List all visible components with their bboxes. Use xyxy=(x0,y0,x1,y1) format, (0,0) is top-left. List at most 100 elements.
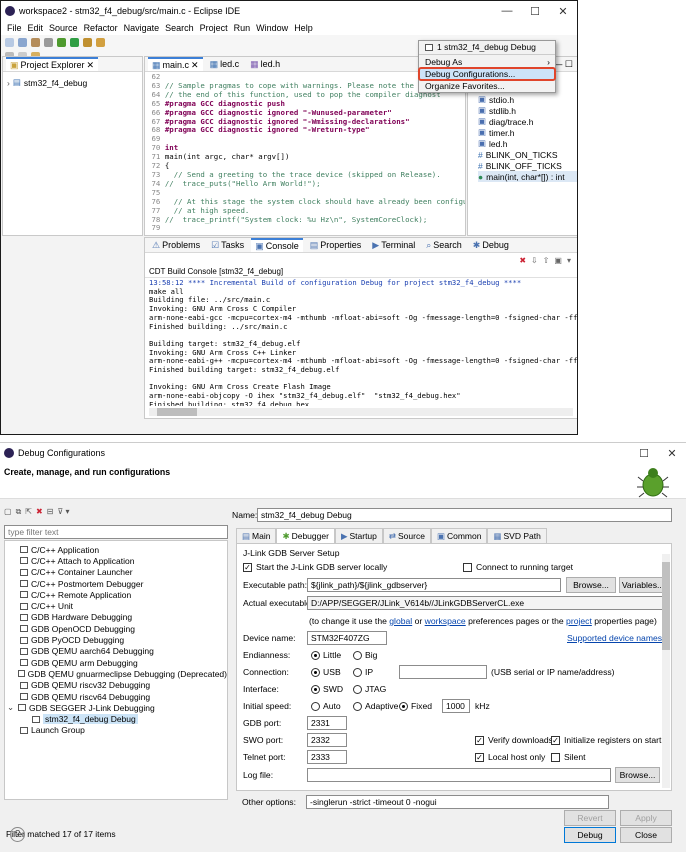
outline-item[interactable]: ▣ stdlib.h xyxy=(478,105,577,116)
init-registers-checkbox[interactable]: ✓ Initialize registers on start xyxy=(551,733,661,747)
filter-input[interactable]: type filter text xyxy=(4,525,228,539)
export-icon[interactable]: ⇱ xyxy=(25,507,32,519)
settings-icon[interactable] xyxy=(44,37,53,47)
outline-item[interactable]: ▣ stdio.h xyxy=(478,94,577,105)
tree-item[interactable]: GDB OpenOCD Debugging xyxy=(9,623,227,634)
radio-selected[interactable] xyxy=(311,650,320,660)
filter-icon[interactable]: ⊽ ▾ xyxy=(57,507,69,519)
verify-downloads-checkbox[interactable]: ✓ Verify downloads xyxy=(475,733,553,747)
scroll-lock-icon[interactable]: ⇧ xyxy=(543,256,550,265)
radio-unselected[interactable] xyxy=(353,684,362,694)
tree-item[interactable]: C/C++ Remote Application xyxy=(9,589,227,600)
tree-item[interactable]: GDB PyOCD Debugging xyxy=(9,634,227,645)
radio-selected[interactable] xyxy=(311,667,320,677)
checkbox-unchecked[interactable] xyxy=(463,562,472,572)
radio-big[interactable]: Big xyxy=(353,648,377,662)
tree-item[interactable]: GDB QEMU riscv32 Debugging xyxy=(9,680,227,691)
tab-properties[interactable]: ▤ Properties xyxy=(306,238,366,252)
close-icon[interactable]: ✕ xyxy=(87,60,95,71)
radio-usb[interactable]: USB xyxy=(311,665,341,679)
other-options-input[interactable]: -singlerun -strict -timeout 0 -nogui xyxy=(306,795,609,809)
tab-led-c[interactable]: ▦ led.c xyxy=(206,57,244,71)
tree-item[interactable]: ⌄ GDB SEGGER J-Link Debugging xyxy=(7,702,227,713)
project-explorer-tab[interactable]: ▣ Project Explorer ✕ xyxy=(6,57,99,71)
radio-unselected[interactable] xyxy=(353,667,362,677)
project-link[interactable]: project xyxy=(566,616,592,626)
outline-item[interactable]: # BLINK_OFF_TICKS xyxy=(478,160,577,171)
menu-item-recent-debug[interactable]: 1 stm32_f4_debug Debug xyxy=(419,41,555,53)
close-button[interactable]: Close xyxy=(620,827,672,843)
global-link[interactable]: global xyxy=(389,616,412,626)
tab-debugger[interactable]: ✱ Debugger xyxy=(276,528,335,543)
clear-console-icon[interactable]: ✖ xyxy=(519,256,526,265)
minimize-icon[interactable]: — ☐ xyxy=(553,59,573,70)
tab-common[interactable]: ▣ Common xyxy=(430,528,488,543)
tree-item[interactable]: GDB Hardware Debugging xyxy=(9,612,227,623)
swo-port-input[interactable]: 2332 xyxy=(307,733,347,747)
save-icon[interactable] xyxy=(18,37,27,47)
tab-tasks[interactable]: ☑ Tasks xyxy=(207,238,248,252)
close-icon[interactable]: ✕ xyxy=(191,60,199,71)
tab-problems[interactable]: ⚠ Problems xyxy=(148,238,204,252)
tab-source[interactable]: ⇄ Source xyxy=(382,528,431,543)
tree-item[interactable]: GDB QEMU aarch64 Debugging xyxy=(9,646,227,657)
executable-path-input[interactable]: ${jlink_path}/${jlink_gdbserver} xyxy=(307,578,561,592)
radio-selected[interactable] xyxy=(399,701,408,711)
gdb-port-input[interactable]: 2331 xyxy=(307,716,347,730)
build-icon[interactable] xyxy=(31,37,40,47)
connect-running-checkbox[interactable]: Connect to running target xyxy=(463,560,573,574)
console-output[interactable]: 13:58:12 **** Incremental Build of confi… xyxy=(145,278,577,406)
outline-item[interactable]: ▣ diag/trace.h xyxy=(478,116,577,127)
debug-button[interactable]: Debug xyxy=(564,827,616,843)
menu-source[interactable]: Source xyxy=(46,23,81,33)
outline-item[interactable]: ▣ led.h xyxy=(478,138,577,149)
menu-edit[interactable]: Edit xyxy=(25,23,47,33)
connection-address-input[interactable] xyxy=(399,665,487,679)
menu-item-organize-favorites[interactable]: Organize Favorites... xyxy=(419,80,555,92)
radio-auto[interactable]: Auto xyxy=(311,699,341,713)
menu-file[interactable]: File xyxy=(4,23,25,33)
menu-help[interactable]: Help xyxy=(291,23,316,33)
tree-item[interactable]: GDB QEMU arm Debugging xyxy=(9,657,227,668)
radio-selected[interactable] xyxy=(311,684,320,694)
radio-unselected[interactable] xyxy=(353,701,362,711)
tab-debug[interactable]: ✱ Debug xyxy=(469,238,513,252)
menu-refactor[interactable]: Refactor xyxy=(81,23,121,33)
new-config-icon[interactable]: ▢ xyxy=(4,507,12,519)
radio-swd[interactable]: SWD xyxy=(311,682,343,696)
menu-search[interactable]: Search xyxy=(162,23,197,33)
outline-item[interactable]: ▣ timer.h xyxy=(478,127,577,138)
tab-led-h[interactable]: ▦ led.h xyxy=(246,57,284,71)
checkbox-checked[interactable]: ✓ xyxy=(243,562,252,572)
radio-little[interactable]: Little xyxy=(311,648,341,662)
tree-item[interactable]: GDB QEMU gnuarmeclipse Debugging (Deprec… xyxy=(9,668,227,679)
menu-window[interactable]: Window xyxy=(253,23,291,33)
chevron-right-icon[interactable]: › xyxy=(7,78,10,88)
view-menu-icon[interactable]: ▾ xyxy=(567,256,571,265)
outline-item[interactable]: # BLINK_ON_TICKS xyxy=(478,149,577,160)
close-dialog-button[interactable]: ✕ xyxy=(658,447,686,460)
tab-main[interactable]: ▤ Main xyxy=(236,528,277,543)
tree-item[interactable]: C/C++ Attach to Application xyxy=(9,555,227,566)
tree-item[interactable]: C/C++ Unit xyxy=(9,600,227,611)
supported-devices-link[interactable]: Supported device names xyxy=(567,633,662,643)
tab-search[interactable]: ⌕ Search xyxy=(422,238,466,252)
delete-icon[interactable]: ✖ xyxy=(36,507,43,519)
log-file-input[interactable] xyxy=(307,768,611,782)
radio-jtag[interactable]: JTAG xyxy=(353,682,386,696)
tree-item[interactable]: C/C++ Postmortem Debugger xyxy=(9,578,227,589)
duplicate-icon[interactable]: ⧉ xyxy=(16,507,22,519)
tab-startup[interactable]: ▶ Startup xyxy=(334,528,383,543)
variables-button[interactable]: Variables... xyxy=(619,577,667,593)
menu-run[interactable]: Run xyxy=(231,23,254,33)
menu-item-debug-as[interactable]: Debug As › xyxy=(419,56,555,68)
run-icon[interactable] xyxy=(70,37,79,47)
display-console-icon[interactable]: ▣ xyxy=(554,256,562,265)
tab-main-c[interactable]: ▦ main.c ✕ xyxy=(148,57,203,71)
tab-console[interactable]: ▣ Console xyxy=(251,238,303,252)
horizontal-scrollbar[interactable] xyxy=(149,408,573,416)
bug-icon[interactable] xyxy=(57,37,66,47)
outline-item[interactable]: ● main(int, char*[]) : int xyxy=(478,171,577,182)
name-input[interactable]: stm32_f4_debug Debug xyxy=(257,508,672,522)
checkbox-unchecked[interactable] xyxy=(551,752,560,762)
